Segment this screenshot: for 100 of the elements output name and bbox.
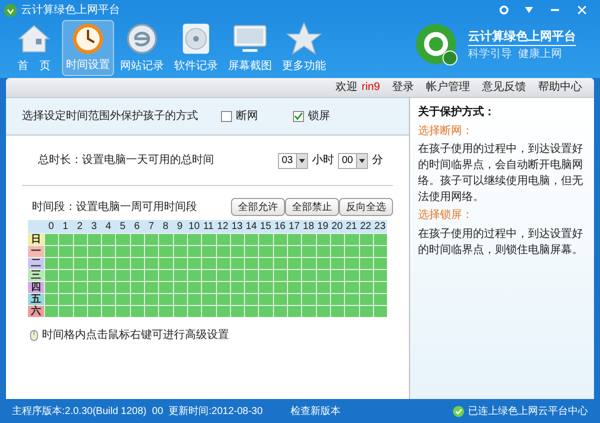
time-slot[interactable] (72, 282, 87, 293)
time-slot[interactable] (244, 306, 258, 317)
time-slot[interactable] (330, 294, 344, 305)
time-slot[interactable] (316, 234, 330, 245)
time-slot[interactable] (158, 282, 173, 293)
time-slot[interactable] (287, 258, 302, 269)
time-slot[interactable] (216, 306, 230, 317)
time-slot[interactable] (287, 234, 302, 245)
time-slot[interactable] (372, 306, 388, 317)
time-slot[interactable] (101, 234, 116, 245)
time-slot[interactable] (372, 234, 388, 245)
time-slot[interactable] (272, 234, 288, 245)
time-slot[interactable] (316, 246, 330, 257)
time-slot[interactable] (115, 258, 130, 269)
time-slot[interactable] (72, 270, 87, 281)
time-slot[interactable] (44, 270, 58, 281)
time-slot[interactable] (272, 246, 288, 257)
time-slot[interactable] (358, 246, 373, 257)
time-slot[interactable] (115, 306, 130, 317)
time-slot[interactable] (244, 282, 258, 293)
time-slot[interactable] (272, 258, 288, 269)
time-slot[interactable] (58, 306, 73, 317)
time-slot[interactable] (287, 246, 302, 257)
time-slot[interactable] (86, 258, 102, 269)
time-slot[interactable] (115, 282, 130, 293)
time-slot[interactable] (230, 258, 244, 269)
time-slot[interactable] (44, 258, 58, 269)
time-slot[interactable] (258, 282, 273, 293)
time-slot[interactable] (230, 234, 244, 245)
time-slot[interactable] (144, 294, 158, 305)
checkbox[interactable] (221, 110, 232, 122)
time-slot[interactable] (201, 234, 216, 245)
time-slot[interactable] (186, 282, 202, 293)
time-slot[interactable] (358, 294, 373, 305)
time-slot[interactable] (287, 306, 302, 317)
time-slot[interactable] (44, 306, 58, 317)
time-slot[interactable] (86, 282, 102, 293)
time-slot[interactable] (258, 258, 273, 269)
time-slot[interactable] (58, 246, 73, 257)
time-slot[interactable] (58, 270, 73, 281)
time-slot[interactable] (316, 270, 330, 281)
time-slot[interactable] (287, 294, 302, 305)
time-slot[interactable] (358, 282, 373, 293)
time-slot[interactable] (158, 258, 173, 269)
time-slot[interactable] (230, 246, 244, 257)
time-slot[interactable] (172, 258, 187, 269)
time-slot[interactable] (230, 270, 244, 281)
time-slot[interactable] (358, 270, 373, 281)
time-slot[interactable] (130, 306, 144, 317)
time-slot[interactable] (58, 282, 73, 293)
time-slot[interactable] (172, 246, 187, 257)
time-slot[interactable] (258, 234, 273, 245)
time-slot[interactable] (244, 294, 258, 305)
time-slot[interactable] (258, 270, 273, 281)
time-slot[interactable] (130, 282, 144, 293)
time-slot[interactable] (316, 294, 330, 305)
time-slot[interactable] (272, 282, 288, 293)
time-slot[interactable] (172, 282, 187, 293)
time-slot[interactable] (144, 270, 158, 281)
time-slot[interactable] (44, 282, 58, 293)
time-slot[interactable] (201, 258, 216, 269)
time-slot[interactable] (344, 282, 359, 293)
time-slot[interactable] (130, 270, 144, 281)
time-slot[interactable] (216, 270, 230, 281)
hours-select[interactable]: 03 (278, 152, 308, 168)
account-link[interactable]: 登录 (392, 79, 414, 96)
time-slot[interactable] (72, 258, 87, 269)
checkbox[interactable] (293, 110, 304, 122)
time-slot[interactable] (301, 294, 316, 305)
time-slot[interactable] (358, 234, 373, 245)
time-slot[interactable] (230, 294, 244, 305)
time-slot[interactable] (344, 246, 359, 257)
time-slot[interactable] (372, 246, 388, 257)
time-slot[interactable] (244, 258, 258, 269)
time-slot[interactable] (301, 234, 316, 245)
time-slot[interactable] (244, 246, 258, 257)
time-slot[interactable] (115, 246, 130, 257)
time-slot[interactable] (330, 258, 344, 269)
time-slot[interactable] (115, 234, 130, 245)
time-slot[interactable] (144, 234, 158, 245)
time-slot[interactable] (86, 306, 102, 317)
time-slot[interactable] (72, 294, 87, 305)
time-slot[interactable] (330, 306, 344, 317)
time-slot[interactable] (372, 294, 388, 305)
time-slot[interactable] (158, 270, 173, 281)
time-slot[interactable] (344, 270, 359, 281)
time-slot[interactable] (186, 294, 202, 305)
time-slot[interactable] (216, 282, 230, 293)
check-update-link[interactable]: 检查新版本 (290, 404, 341, 418)
time-slot[interactable] (301, 258, 316, 269)
time-slot[interactable] (101, 270, 116, 281)
protect-mode-checkbox[interactable]: 锁屏 (293, 108, 351, 124)
time-slot[interactable] (158, 234, 173, 245)
time-slot[interactable] (316, 258, 330, 269)
time-slot[interactable] (201, 282, 216, 293)
time-slot[interactable] (186, 258, 202, 269)
time-slot[interactable] (316, 282, 330, 293)
time-slot[interactable] (186, 246, 202, 257)
time-slot[interactable] (72, 234, 87, 245)
time-slot[interactable] (158, 246, 173, 257)
